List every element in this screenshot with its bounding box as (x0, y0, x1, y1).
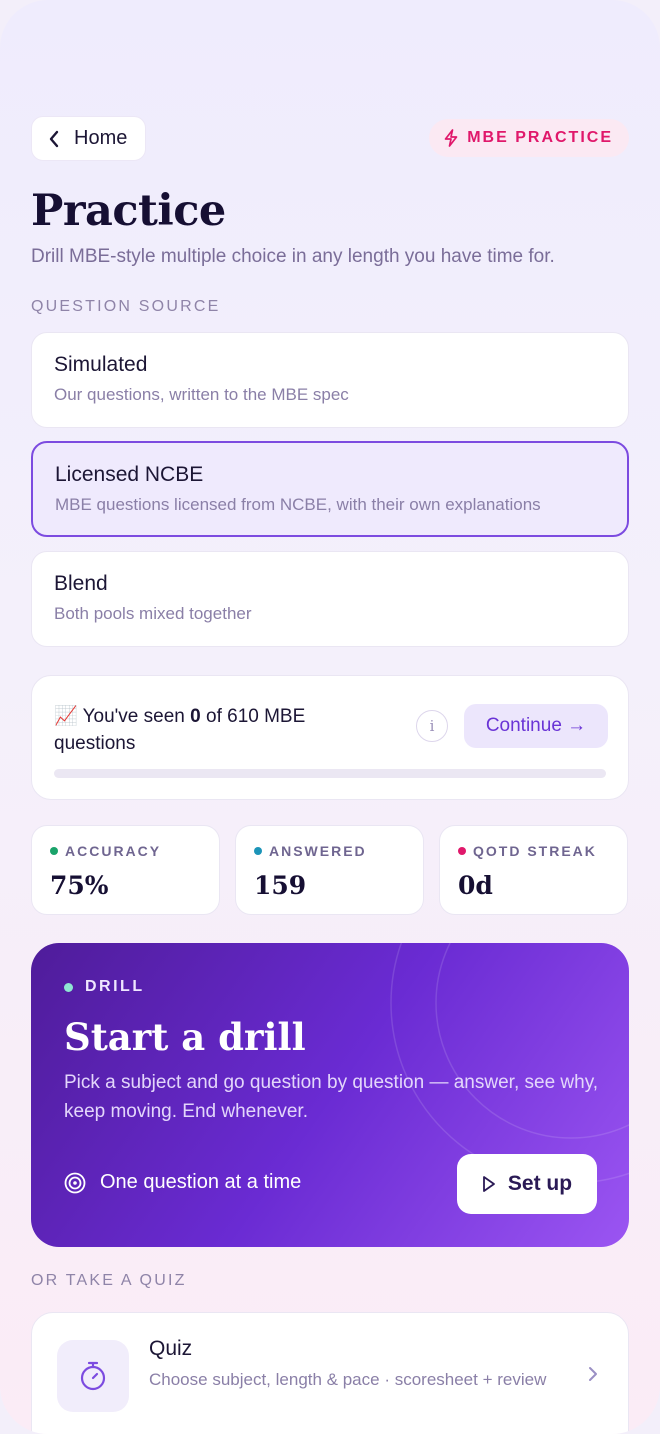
progress-bar (54, 769, 606, 778)
progress-middle: of 610 MBE (206, 706, 306, 727)
source-option-licensed-ncbe[interactable]: Licensed NCBE MBE questions licensed fro… (31, 441, 629, 537)
status-dot (458, 847, 466, 855)
drill-footer-label: One question at a time (100, 1171, 302, 1193)
source-option-desc: Our questions, written to the MBE spec (54, 385, 349, 404)
drill-card: DRILL Start a drill Pick a subject and g… (31, 943, 629, 1247)
quiz-section-label: OR TAKE A QUIZ (31, 1272, 187, 1289)
chip-label: MBE PRACTICE (467, 129, 613, 146)
top-bar: Home MBE PRACTICE (31, 116, 629, 161)
quiz-title: Quiz (149, 1337, 193, 1360)
set-up-label: Set up (507, 1172, 573, 1195)
drill-tag-label: DRILL (85, 978, 145, 995)
progress-prefix: You've seen (82, 706, 185, 727)
stat-answered: ANSWERED 159 (235, 825, 424, 915)
drill-tag: DRILL (64, 978, 145, 996)
stat-label-row: ANSWERED (254, 843, 423, 859)
practice-screen: Home MBE PRACTICE Practice Drill MBE-sty… (0, 0, 660, 1434)
stat-label: ANSWERED (269, 843, 367, 859)
stat-value: 0d (458, 871, 493, 900)
drill-dot (64, 982, 73, 992)
stat-label-row: QOTD STREAK (458, 843, 627, 859)
progress-text: 📈 You've seen 0 of 610 MBE questions (54, 703, 354, 757)
progress-suffix: questions (54, 733, 136, 754)
back-label: Home (74, 127, 128, 149)
source-option-desc: MBE questions licensed from NCBE, with t… (55, 495, 541, 514)
set-up-button[interactable]: Set up (457, 1154, 597, 1214)
drill-title: Start a drill (64, 1015, 306, 1059)
progress-card: 📈 You've seen 0 of 610 MBE questions i C… (31, 675, 629, 800)
continue-button[interactable]: Continue → (464, 704, 608, 748)
lightning-icon (444, 129, 458, 147)
source-option-simulated[interactable]: Simulated Our questions, written to the … (31, 332, 629, 428)
stat-accuracy: ACCURACY 75% (31, 825, 220, 915)
chevron-right-icon (589, 1367, 597, 1381)
stopwatch-icon-tile (57, 1340, 129, 1412)
page-subtitle: Drill MBE-style multiple choice in any l… (31, 246, 555, 267)
stat-value: 159 (254, 871, 307, 900)
drill-description: Pick a subject and go question by questi… (64, 1072, 599, 1122)
source-option-title: Simulated (54, 353, 148, 376)
quiz-card[interactable]: Quiz Choose subject, length & pace · sco… (31, 1312, 629, 1434)
status-dot (254, 847, 262, 855)
stat-qotd-streak: QOTD STREAK 0d (439, 825, 628, 915)
source-option-title: Licensed NCBE (55, 463, 204, 486)
mbe-practice-chip: MBE PRACTICE (429, 119, 629, 157)
chart-emoji-icon: 📈 (54, 706, 78, 727)
play-icon (483, 1176, 495, 1192)
source-option-desc: Both pools mixed together (54, 604, 252, 623)
stat-label: QOTD STREAK (473, 843, 597, 859)
back-home-button[interactable]: Home (31, 116, 146, 161)
chevron-left-icon (49, 130, 59, 147)
stat-label-row: ACCURACY (50, 843, 219, 859)
page-title: Practice (31, 186, 226, 236)
source-option-title: Blend (54, 572, 108, 595)
stat-label: ACCURACY (65, 843, 162, 859)
quiz-description: Choose subject, length & pace · scoreshe… (149, 1370, 547, 1389)
source-option-blend[interactable]: Blend Both pools mixed together (31, 551, 629, 647)
target-icon (64, 1172, 86, 1193)
info-icon[interactable]: i (416, 710, 448, 742)
progress-seen-count: 0 (190, 706, 201, 727)
status-dot (50, 847, 58, 855)
question-source-label: QUESTION SOURCE (31, 298, 221, 315)
stopwatch-icon (80, 1361, 106, 1391)
drill-footer: One question at a time (64, 1171, 301, 1194)
stat-value: 75% (50, 871, 109, 900)
